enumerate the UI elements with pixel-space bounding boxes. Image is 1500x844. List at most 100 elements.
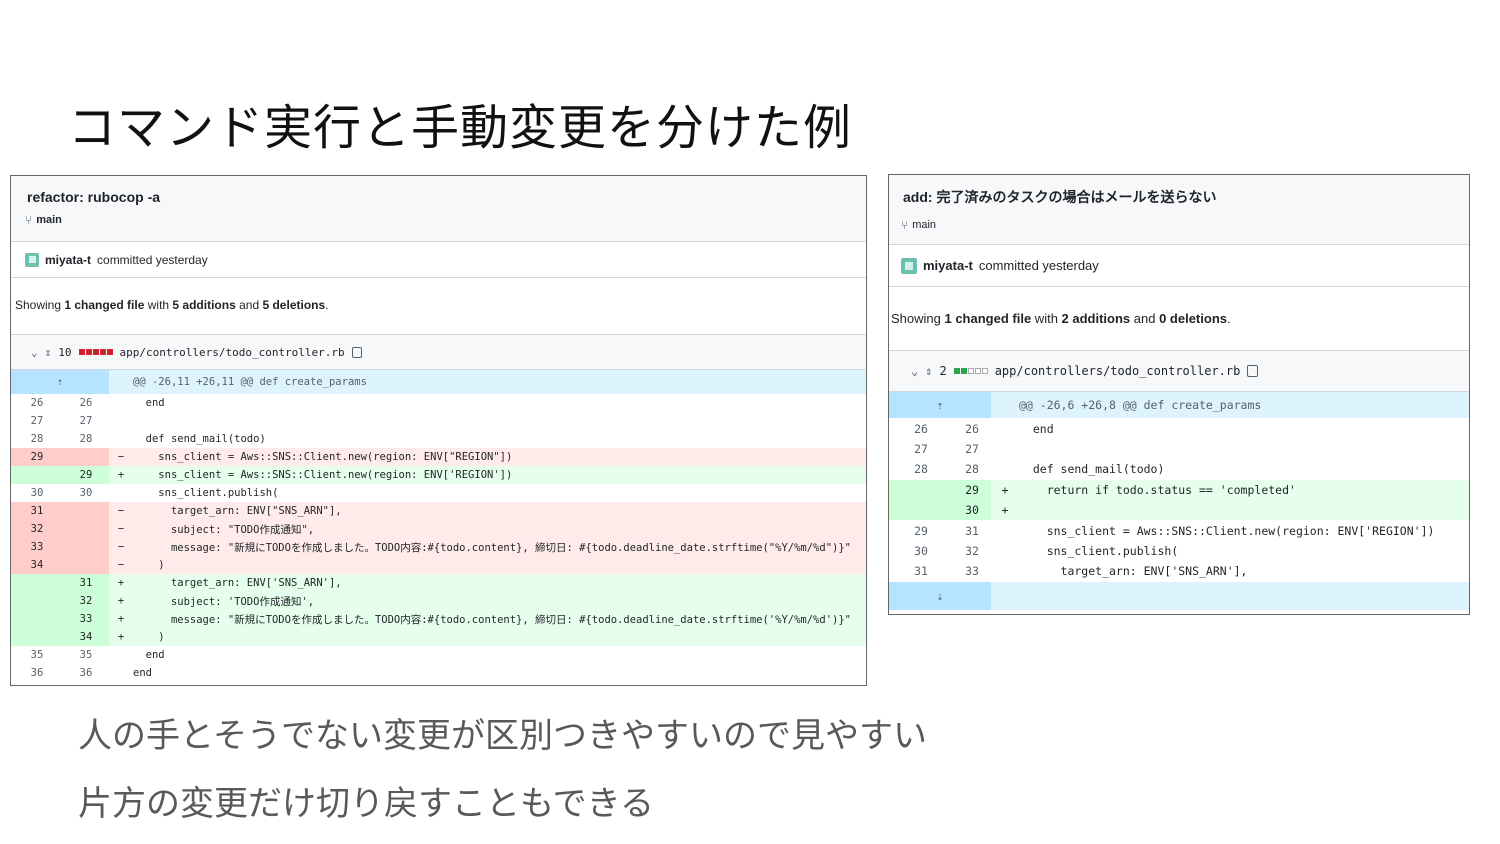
new-line-number[interactable]: 36 — [63, 664, 110, 682]
new-line-number[interactable] — [63, 538, 110, 556]
diff-marker: − — [109, 520, 134, 538]
new-line-number[interactable]: 30 — [953, 499, 991, 521]
slide-title: コマンド実行と手動変更を分けた例 — [68, 100, 853, 156]
new-line-number[interactable] — [63, 556, 110, 574]
identicon-avatar[interactable] — [25, 252, 39, 267]
old-line-number[interactable]: 31 — [889, 561, 953, 582]
chevron-down-icon[interactable]: ⌄ — [911, 364, 918, 378]
old-line-number[interactable]: 30 — [11, 484, 63, 502]
author-name[interactable]: miyata-t — [923, 258, 973, 273]
expand-up-icon[interactable]: ⇡ — [889, 392, 991, 419]
code-line: sns_client.publish( — [133, 484, 866, 502]
expand-down-icon[interactable]: ⇣ — [889, 581, 991, 610]
git-branch-icon: ⑂ — [901, 218, 909, 232]
diff-marker — [109, 430, 134, 448]
old-line-number[interactable]: 34 — [11, 556, 63, 574]
copy-icon[interactable] — [1247, 365, 1259, 377]
new-line-number[interactable]: 32 — [953, 540, 991, 562]
diffstat-bar — [953, 368, 988, 374]
code-line: target_arn: ENV['SNS_ARN'], — [1019, 561, 1469, 582]
deletions-count: 5 deletions — [262, 298, 326, 312]
new-line-number[interactable]: 34 — [63, 628, 110, 646]
old-line-number[interactable] — [11, 628, 63, 646]
old-line-number[interactable]: 26 — [889, 418, 953, 439]
author-name[interactable]: miyata-t — [45, 253, 91, 267]
new-line-number[interactable] — [63, 448, 110, 466]
old-line-number[interactable]: 36 — [11, 664, 63, 682]
old-line-number[interactable]: 26 — [11, 394, 63, 412]
file-path[interactable]: app/controllers/todo_controller.rb — [120, 346, 345, 359]
branch-indicator[interactable]: ⑂ main — [901, 218, 1455, 232]
unfold-icon[interactable]: ⇕ — [925, 364, 932, 378]
commit-title: refactor: rubocop -a — [27, 189, 161, 205]
diff-marker: − — [109, 556, 134, 574]
chevron-down-icon[interactable]: ⌄ — [31, 346, 38, 359]
new-line-number[interactable]: 28 — [63, 430, 110, 448]
old-line-number[interactable] — [889, 479, 953, 500]
hunk-spacer — [109, 370, 134, 394]
diffstat-block — [106, 349, 113, 355]
diff-table: ⇡ @@ -26,11 +26,11 @@ def create_params 26… — [11, 370, 866, 682]
identicon-avatar[interactable] — [901, 257, 917, 274]
diff-marker — [991, 561, 1019, 582]
diff-marker — [991, 459, 1019, 480]
old-line-number[interactable]: 29 — [11, 448, 63, 466]
old-line-number[interactable]: 35 — [11, 646, 63, 664]
old-line-number[interactable]: 33 — [11, 538, 63, 556]
branch-indicator[interactable]: ⑂ main — [25, 213, 850, 227]
old-line-number[interactable] — [889, 499, 953, 521]
old-line-number[interactable]: 30 — [889, 540, 953, 562]
old-line-number[interactable]: 32 — [11, 520, 63, 538]
new-line-number[interactable]: 29 — [63, 466, 110, 484]
new-line-number[interactable]: 30 — [63, 484, 110, 502]
old-line-number[interactable]: 27 — [889, 438, 953, 460]
new-line-number[interactable]: 35 — [63, 646, 110, 664]
expand-up-icon[interactable]: ⇡ — [11, 370, 110, 394]
new-line-number[interactable]: 32 — [63, 592, 110, 610]
diff-line-ctx: 30 30 sns_client.publish( — [11, 484, 866, 502]
unfold-icon[interactable]: ⇕ — [45, 346, 52, 359]
diff-line-add: 31 + target_arn: ENV['SNS_ARN'], — [11, 574, 866, 592]
old-line-number[interactable] — [11, 574, 63, 592]
new-line-number[interactable]: 28 — [953, 459, 991, 480]
new-line-number[interactable]: 29 — [953, 479, 991, 500]
code-line: return if todo.status == 'completed' — [1019, 479, 1469, 500]
diffstat-block — [85, 349, 92, 355]
file-changes-count: 10 — [58, 345, 72, 359]
old-line-number[interactable]: 29 — [889, 520, 953, 541]
diff-line-del: 33 − message: "新規にTODOを作成しました。TODO内容:#{to… — [11, 538, 866, 556]
new-line-number[interactable]: 31 — [953, 520, 991, 541]
branch-name: main — [912, 219, 937, 231]
new-line-number[interactable]: 27 — [63, 412, 110, 430]
new-line-number[interactable]: 33 — [63, 610, 110, 628]
summary-text: and — [235, 298, 263, 312]
new-line-number[interactable] — [63, 520, 110, 538]
commit-header: add: 完了済みのタスクの場合はメールを送らない ⑂ main — [889, 175, 1469, 245]
diff-marker: − — [109, 448, 134, 466]
diffstat-block — [99, 349, 106, 355]
old-line-number[interactable] — [11, 466, 63, 484]
hunk-header: @@ -26,6 +26,8 @@ def create_params — [1019, 392, 1469, 419]
summary-text: Showing — [15, 298, 65, 312]
additions-count: 2 additions — [1061, 311, 1131, 326]
new-line-number[interactable] — [63, 502, 110, 520]
old-line-number[interactable]: 31 — [11, 502, 63, 520]
old-line-number[interactable]: 28 — [889, 459, 953, 480]
old-line-number[interactable] — [11, 592, 63, 610]
new-line-number[interactable]: 33 — [953, 561, 991, 582]
new-line-number[interactable]: 31 — [63, 574, 110, 592]
diff-marker: + — [991, 499, 1019, 521]
diffstat-block — [981, 368, 988, 374]
code-line: end — [1019, 418, 1469, 439]
file-path[interactable]: app/controllers/todo_controller.rb — [995, 364, 1241, 378]
old-line-number[interactable]: 27 — [11, 412, 63, 430]
diffstat-block — [967, 368, 974, 374]
summary-text: . — [1227, 311, 1231, 326]
old-line-number[interactable]: 28 — [11, 430, 63, 448]
code-line — [133, 412, 866, 430]
old-line-number[interactable] — [11, 610, 63, 628]
copy-icon[interactable] — [351, 346, 362, 358]
new-line-number[interactable]: 26 — [953, 418, 991, 439]
new-line-number[interactable]: 27 — [953, 438, 991, 460]
new-line-number[interactable]: 26 — [63, 394, 110, 412]
